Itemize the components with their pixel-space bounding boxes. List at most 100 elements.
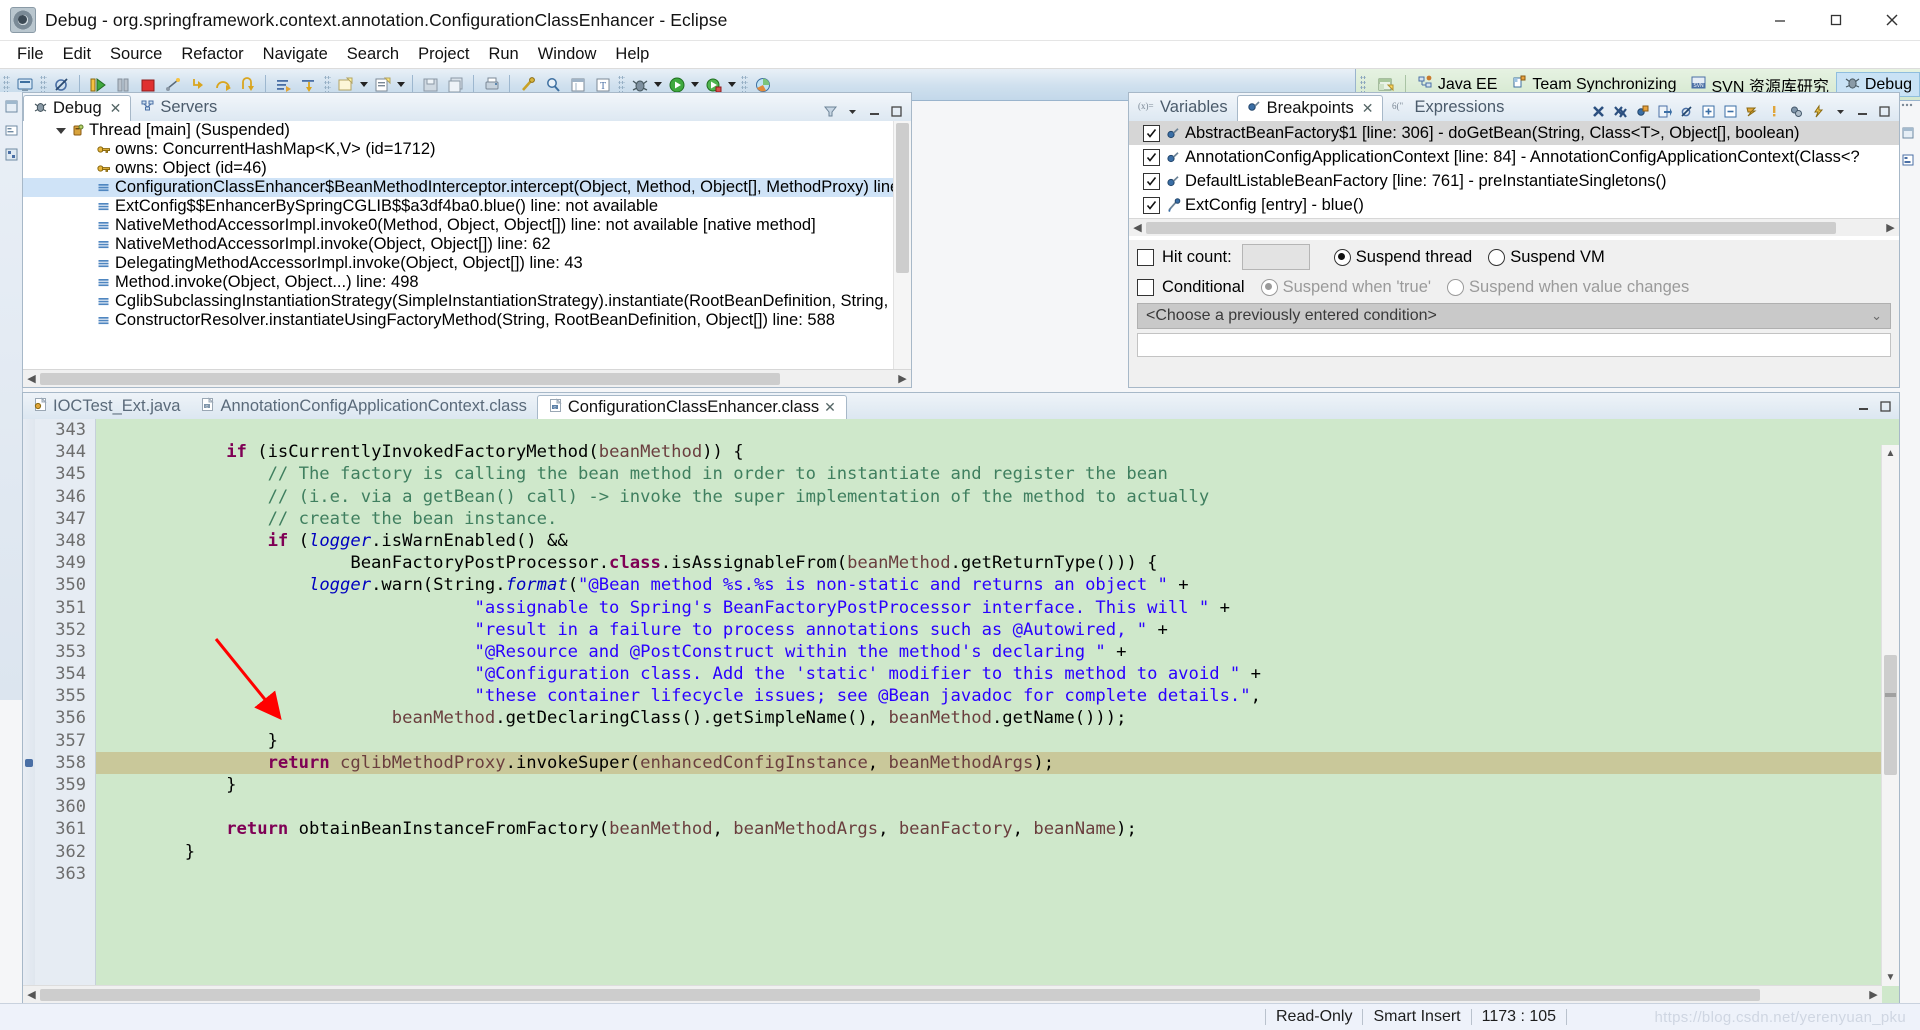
menu-source[interactable]: Source [101, 42, 171, 67]
menu-navigate[interactable]: Navigate [254, 42, 337, 67]
view-dots-icon[interactable] [1898, 96, 1918, 116]
scroll-thumb[interactable] [1146, 221, 1836, 234]
close-icon[interactable]: ✕ [110, 100, 122, 117]
minimize-editor-icon[interactable] [1854, 397, 1873, 416]
scroll-thumb[interactable] [40, 988, 1760, 1001]
collapse-all-icon[interactable] [1721, 102, 1740, 121]
variables-view-icon[interactable] [1898, 150, 1918, 170]
code-line[interactable]: "@Configuration class. Add the 'static' … [96, 663, 1882, 685]
outline-icon[interactable] [1, 144, 21, 164]
remove-all-breakpoints-icon[interactable] [1611, 102, 1630, 121]
tab-debug[interactable]: Debug ✕ [23, 95, 132, 122]
code-line[interactable]: if (logger.isWarnEnabled() && [96, 530, 1882, 552]
debug-tree-row[interactable]: ExtConfig$$EnhancerBySpringCGLIB$$a3df4b… [23, 197, 911, 216]
scroll-track[interactable] [40, 986, 1865, 1003]
breakpoint-row[interactable]: AbstractBeanFactory$1 [line: 306] - doGe… [1129, 121, 1899, 145]
code-line[interactable]: // create the bean instance. [96, 508, 1882, 530]
scroll-right-icon[interactable]: ▶ [1882, 220, 1899, 236]
code-line[interactable]: "assignable to Spring's BeanFactoryPostP… [96, 597, 1882, 619]
tab-variables[interactable]: (x)= Variables [1129, 94, 1237, 121]
hit-count-input[interactable] [1241, 244, 1310, 270]
scroll-track[interactable] [40, 370, 894, 387]
suspend-vm-radio[interactable] [1488, 248, 1506, 266]
go-to-file-icon[interactable] [1655, 102, 1674, 121]
close-icon[interactable] [1864, 0, 1920, 40]
debug-tree-hscrollbar[interactable]: ◀ ▶ [23, 369, 911, 387]
code-line[interactable]: logger.warn(String.format("@Bean method … [96, 574, 1882, 596]
menu-edit[interactable]: Edit [54, 42, 100, 67]
debug-tree-row[interactable]: DelegatingMethodAccessorImpl.invoke(Obje… [23, 254, 911, 273]
breakpoints-list[interactable]: AbstractBeanFactory$1 [line: 306] - doGe… [1129, 121, 1899, 218]
menu-file[interactable]: File [8, 42, 53, 67]
scroll-left-icon[interactable]: ◀ [23, 987, 40, 1003]
restore-panel-icon[interactable] [1898, 123, 1918, 143]
menu-run[interactable]: Run [479, 42, 527, 67]
condition-combo[interactable]: <Choose a previously entered condition> … [1137, 303, 1891, 329]
scroll-left-icon[interactable]: ◀ [23, 371, 40, 387]
conditional-checkbox[interactable] [1137, 279, 1154, 296]
scroll-thumb[interactable] [896, 123, 909, 273]
menu-refactor[interactable]: Refactor [172, 42, 252, 67]
menu-project[interactable]: Project [409, 42, 478, 67]
close-icon[interactable]: ✕ [824, 399, 836, 416]
scroll-down-icon[interactable]: ▼ [1882, 969, 1899, 986]
debug-tree-row[interactable]: Thread [main] (Suspended) [23, 121, 911, 140]
maximize-editor-icon[interactable] [1876, 397, 1895, 416]
editor-tab-configurationclassenhancer[interactable]: C ConfigurationClassEnhancer.class ✕ [536, 395, 847, 420]
code-line[interactable]: } [96, 774, 1882, 796]
breakpoint-enabled-checkbox[interactable] [1143, 124, 1160, 142]
code-line[interactable]: // (i.e. via a getBean() call) -> invoke… [96, 486, 1882, 508]
code-line[interactable]: // The factory is calling the bean metho… [96, 463, 1882, 485]
editor-hscrollbar[interactable]: ◀ ▶ [23, 985, 1882, 1003]
minimize-icon[interactable] [1752, 0, 1808, 40]
line-breakpoint-marker[interactable] [25, 759, 33, 767]
suspend-thread-radio[interactable] [1333, 248, 1351, 266]
breakpoint-enabled-checkbox[interactable] [1143, 148, 1160, 166]
minimize-view-icon[interactable] [1853, 102, 1872, 121]
code-line[interactable]: BeanFactoryPostProcessor.class.isAssigna… [96, 552, 1882, 574]
add-java-exception-icon[interactable] [1809, 102, 1828, 121]
scroll-track[interactable] [1146, 219, 1882, 236]
debug-tree-row[interactable]: NativeMethodAccessorImpl.invoke(Object, … [23, 235, 911, 254]
debug-tree-row[interactable]: NativeMethodAccessorImpl.invoke0(Method,… [23, 216, 911, 235]
code-line[interactable]: } [96, 730, 1882, 752]
breakpoint-enabled-checkbox[interactable] [1143, 172, 1160, 190]
restore-view-icon[interactable] [1, 96, 21, 116]
scroll-right-icon[interactable]: ▶ [894, 371, 911, 387]
scroll-left-icon[interactable]: ◀ [1129, 220, 1146, 236]
menu-window[interactable]: Window [529, 42, 606, 67]
menu-search[interactable]: Search [338, 42, 408, 67]
code-line[interactable]: return cglibMethodProxy.invokeSuper(enha… [96, 751, 1882, 774]
scroll-right-icon[interactable]: ▶ [1865, 987, 1882, 1003]
editor-vscrollbar[interactable]: ▲ ▼ [1881, 445, 1899, 986]
breakpoint-row[interactable]: ExtConfig [entry] - blue() [1129, 193, 1899, 217]
maximize-icon[interactable] [1808, 0, 1864, 40]
status-insert-mode[interactable]: Smart Insert [1373, 1008, 1460, 1026]
package-explorer-icon[interactable] [1, 120, 21, 140]
menu-help[interactable]: Help [606, 42, 658, 67]
breakpoint-row[interactable]: DefaultListableBeanFactory [line: 761] -… [1129, 169, 1899, 193]
maximize-view-icon[interactable] [1875, 102, 1894, 121]
code-text[interactable]: if (isCurrentlyInvokedFactoryMethod(bean… [96, 419, 1882, 986]
debug-tree-row[interactable]: Method.invoke(Object, Object...) line: 4… [23, 273, 911, 292]
debug-tree-vscrollbar[interactable] [893, 121, 911, 369]
breakpoint-enabled-checkbox[interactable] [1143, 196, 1160, 214]
tab-breakpoints[interactable]: Breakpoints ✕ [1236, 95, 1384, 122]
view-filter-icon[interactable] [821, 102, 840, 121]
expand-all-icon[interactable] [1699, 102, 1718, 121]
remove-breakpoint-icon[interactable] [1589, 102, 1608, 121]
debug-tree-row[interactable]: owns: ConcurrentHashMap<K,V> (id=1712) [23, 140, 911, 159]
debug-tree-row[interactable]: ConstructorResolver.instantiateUsingFact… [23, 311, 911, 330]
editor-tab-annotationconfig[interactable]: C AnnotationConfigApplicationContext.cla… [190, 394, 536, 419]
view-menu-icon[interactable] [1831, 102, 1850, 121]
suspend-when-value-changes-radio[interactable] [1447, 279, 1465, 296]
debug-tree-row[interactable]: CglibSubclassingInstantiationStrategy(Si… [23, 292, 911, 311]
add-exception-breakpoint-icon[interactable] [1765, 102, 1784, 121]
scroll-thumb[interactable] [1884, 655, 1897, 775]
debug-tree-row[interactable]: ConfigurationClassEnhancer$BeanMethodInt… [23, 178, 911, 197]
condition-editor[interactable] [1137, 333, 1891, 357]
close-icon[interactable]: ✕ [1362, 100, 1374, 117]
code-line[interactable]: } [96, 841, 1882, 863]
code-line[interactable]: "@Resource and @PostConstruct within the… [96, 641, 1882, 663]
code-line[interactable]: return obtainBeanInstanceFromFactory(bea… [96, 818, 1882, 840]
